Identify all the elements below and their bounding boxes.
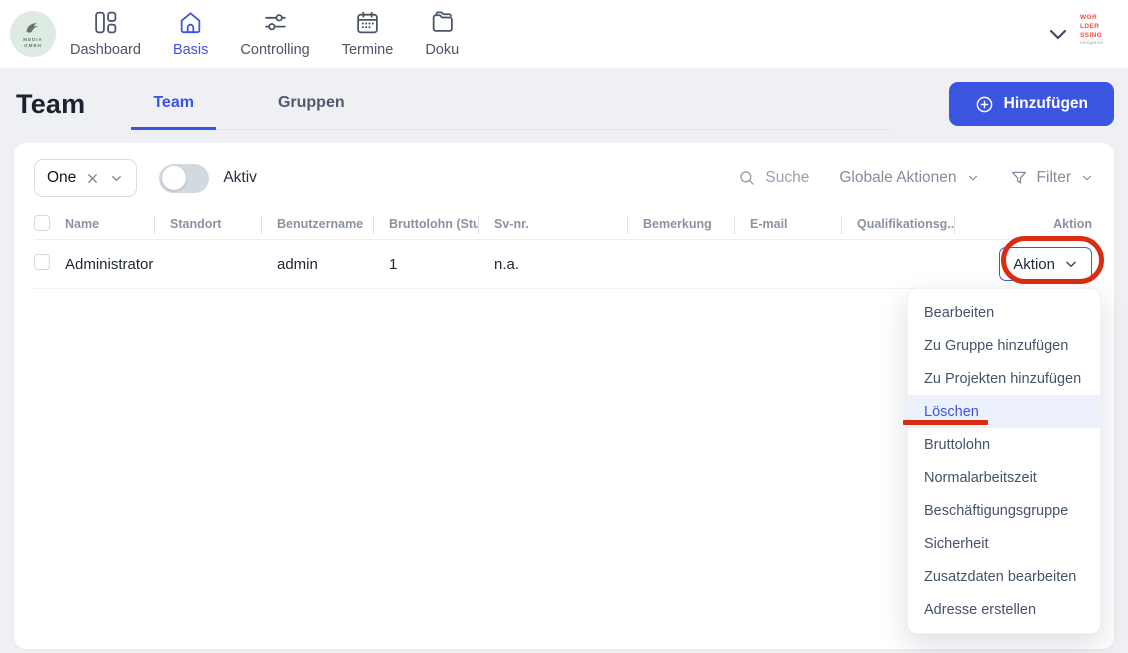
page-title: Team <box>16 82 85 120</box>
menu-item-zusatzdaten-bearbeiten[interactable]: Zusatzdaten bearbeiten <box>908 560 1100 593</box>
cell-svnr: n.a. <box>479 256 628 273</box>
main-nav: Dashboard Basis Controlling <box>70 10 459 58</box>
page-header: Team Team Gruppen Hinzufügen <box>0 68 1128 130</box>
nav-item-basis[interactable]: Basis <box>173 10 208 58</box>
team-table: Name Standort Benutzername Bruttolohn (S… <box>34 210 1094 289</box>
filter-dropdown[interactable]: Filter <box>1010 169 1094 187</box>
chevron-down-icon <box>1080 171 1094 185</box>
menu-item-sicherheit[interactable]: Sicherheit <box>908 527 1100 560</box>
account-chevron-down-icon[interactable] <box>1046 22 1070 51</box>
global-actions-label: Globale Aktionen <box>839 169 956 187</box>
nav-label: Doku <box>425 42 459 58</box>
tab-gruppen[interactable]: Gruppen <box>256 82 367 130</box>
filter-chip-one[interactable]: One <box>34 159 137 197</box>
nav-item-dashboard[interactable]: Dashboard <box>70 10 141 58</box>
toggle-knob <box>162 166 186 190</box>
menu-item-normalarbeitszeit[interactable]: Normalarbeitszeit <box>908 461 1100 494</box>
cell-aktion: Aktion <box>955 247 1094 281</box>
sliders-icon <box>263 10 288 40</box>
chevron-down-icon[interactable] <box>109 171 124 186</box>
menu-item-bearbeiten[interactable]: Bearbeiten <box>908 296 1100 329</box>
table-header-row: Name Standort Benutzername Bruttolohn (S… <box>34 210 1094 240</box>
toolbar-right: Suche Globale Aktionen Filter <box>738 169 1094 187</box>
cell-benutzername: admin <box>262 256 374 273</box>
select-all-checkbox[interactable] <box>34 215 50 231</box>
product-logo-line: LDER <box>1080 23 1116 32</box>
table-row: Administrator admin 1 n.a. Aktion <box>34 240 1094 289</box>
filter-chip-label: One <box>47 169 76 187</box>
action-button-label: Aktion <box>1013 256 1055 273</box>
search-icon <box>738 169 756 187</box>
search-control[interactable]: Suche <box>738 169 809 187</box>
column-header-standort[interactable]: Standort <box>155 215 262 234</box>
search-label: Suche <box>765 169 809 187</box>
nav-label: Dashboard <box>70 42 141 58</box>
menu-item-bruttolohn[interactable]: Bruttolohn <box>908 428 1100 461</box>
row-checkbox[interactable] <box>34 254 50 270</box>
product-logo: WOR LDER SSING navigation <box>1080 10 1116 46</box>
plus-circle-icon <box>975 95 994 114</box>
brand-line: GMBH <box>23 43 43 49</box>
column-header-aktion: Aktion <box>955 215 1094 234</box>
calendar-icon <box>355 10 380 40</box>
chevron-down-icon <box>1064 257 1078 271</box>
funnel-icon <box>1010 169 1028 187</box>
nav-item-termine[interactable]: Termine <box>342 10 394 58</box>
nav-label: Controlling <box>240 42 309 58</box>
menu-item-loeschen[interactable]: Löschen <box>908 395 1100 428</box>
cell-name: Administrator <box>62 256 155 273</box>
nav-item-doku[interactable]: Doku <box>425 10 459 58</box>
aktiv-toggle[interactable] <box>159 164 209 193</box>
menu-item-zu-projekten-hinzufuegen[interactable]: Zu Projekten hinzufügen <box>908 362 1100 395</box>
column-header-bruttolohn[interactable]: Bruttolohn (Stu... <box>374 215 479 234</box>
column-header-svnr[interactable]: Sv-nr. <box>479 215 628 234</box>
menu-item-adresse-erstellen[interactable]: Adresse erstellen <box>908 593 1100 626</box>
nav-item-controlling[interactable]: Controlling <box>240 10 309 58</box>
select-all-cell <box>34 215 62 234</box>
nav-label: Basis <box>173 42 208 58</box>
action-dropdown-menu: Bearbeiten Zu Gruppe hinzufügen Zu Proje… <box>907 288 1101 634</box>
menu-item-beschaeftigungsgruppe[interactable]: Beschäftigungsgruppe <box>908 494 1100 527</box>
column-header-name[interactable]: Name <box>62 215 155 234</box>
filter-label: Filter <box>1037 169 1071 187</box>
column-header-email[interactable]: E-mail <box>735 215 842 234</box>
home-icon <box>178 10 203 40</box>
grid-icon <box>93 10 118 40</box>
column-header-bemerkung[interactable]: Bemerkung <box>628 215 735 234</box>
nav-label: Termine <box>342 42 394 58</box>
product-logo-subline: navigation <box>1080 40 1116 46</box>
tab-bar: Team Gruppen <box>131 82 891 130</box>
row-select-cell <box>34 254 62 274</box>
tab-team[interactable]: Team <box>131 82 216 130</box>
menu-item-zu-gruppe-hinzufuegen[interactable]: Zu Gruppe hinzufügen <box>908 329 1100 362</box>
toggle-label: Aktiv <box>223 169 257 187</box>
global-actions-dropdown[interactable]: Globale Aktionen <box>839 169 979 187</box>
chevron-down-icon <box>966 171 980 185</box>
folder-icon <box>430 10 455 40</box>
product-logo-line: SSING <box>1080 32 1116 41</box>
table-toolbar: One Aktiv Suche Globale Aktionen <box>34 159 1094 197</box>
bird-icon <box>22 19 44 37</box>
cell-bruttolohn: 1 <box>374 256 479 273</box>
add-button-label: Hinzufügen <box>1004 95 1088 113</box>
company-logo[interactable]: MEDIA GMBH <box>10 11 56 57</box>
top-navigation: MEDIA GMBH Dashboard Basis <box>0 0 1128 68</box>
product-logo-line: WOR <box>1080 14 1116 23</box>
column-header-benutzername[interactable]: Benutzername <box>262 215 374 234</box>
nav-right: WOR LDER SSING navigation <box>1046 10 1116 51</box>
add-button[interactable]: Hinzufügen <box>949 82 1114 126</box>
column-header-qualifikationsgruppe[interactable]: Qualifikationsg.. <box>842 215 955 234</box>
row-action-button[interactable]: Aktion <box>999 247 1092 281</box>
clear-filter-icon[interactable] <box>85 171 100 186</box>
